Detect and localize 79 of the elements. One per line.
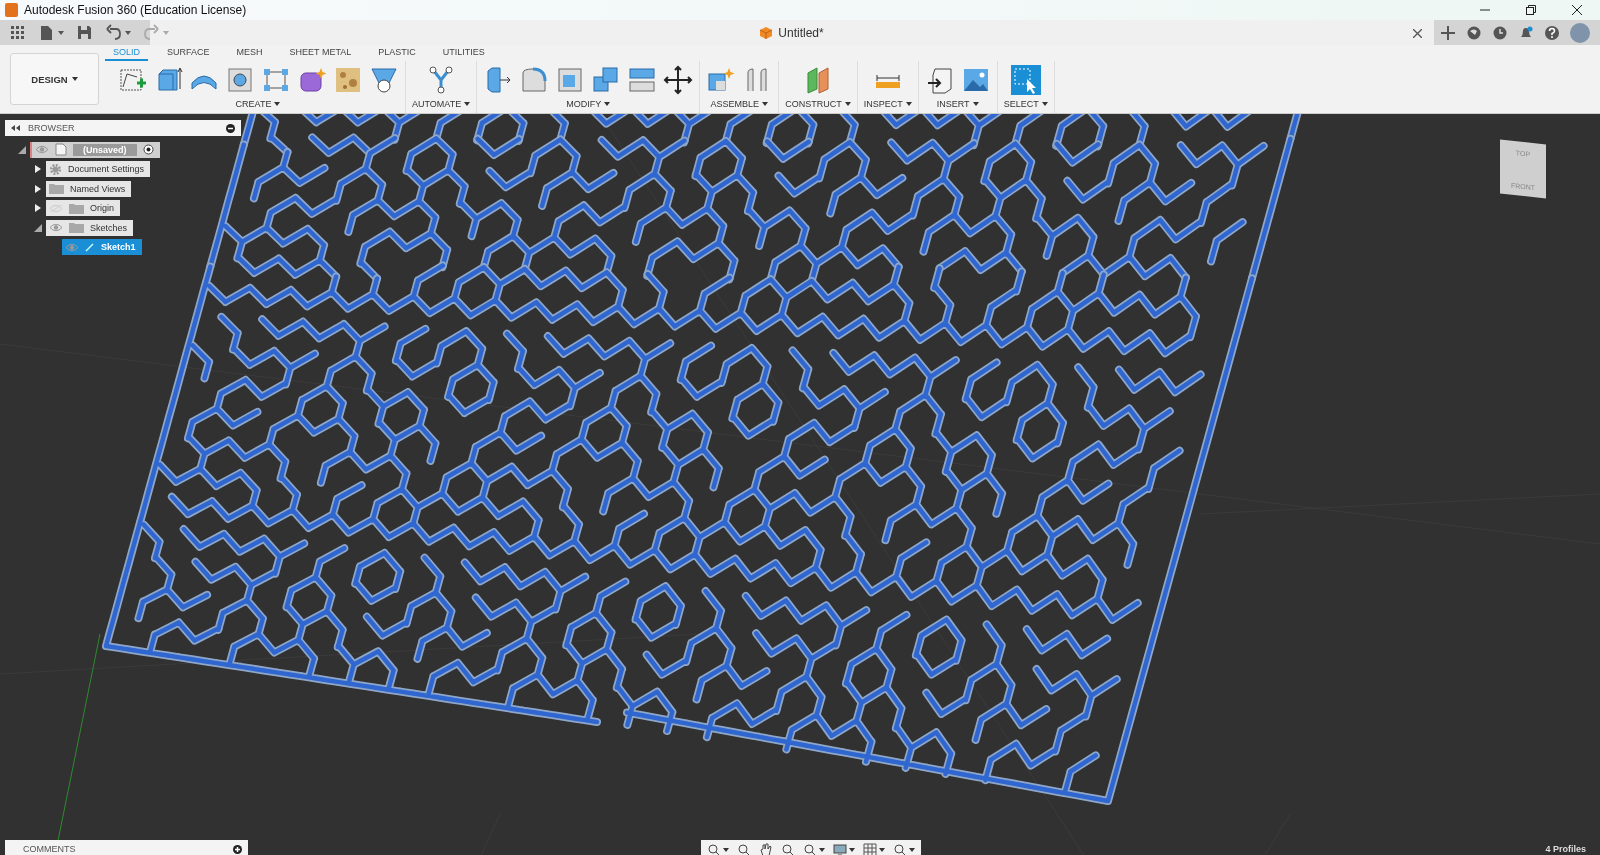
split-icon[interactable] [627, 65, 658, 95]
clock-button[interactable] [1492, 24, 1508, 41]
group-menu-button[interactable]: CONSTRUCT [785, 95, 851, 109]
comments-title: COMMENTS [23, 844, 77, 854]
browser-title: BROWSER [28, 123, 76, 133]
group-menu-button[interactable]: SELECT [1003, 95, 1048, 109]
globe-button[interactable] [1466, 24, 1482, 41]
folder-icon [49, 183, 64, 195]
texture-icon[interactable] [333, 65, 363, 95]
collapse-panel-icon[interactable] [11, 125, 20, 131]
toolbar-tab[interactable]: MESH [236, 47, 263, 61]
caret-icon [71, 77, 78, 81]
caret-icon [879, 848, 885, 852]
hand-button[interactable] [757, 843, 775, 855]
expand-triangle-icon[interactable] [33, 164, 43, 175]
activate-radio-icon[interactable] [142, 144, 154, 156]
group-menu-button[interactable]: INSERT [936, 95, 979, 109]
move-icon[interactable] [663, 65, 694, 95]
browser-item[interactable]: Sketches [46, 219, 134, 236]
help-button[interactable] [1544, 24, 1560, 41]
caret-icon [723, 848, 729, 852]
undo-icon [105, 24, 122, 41]
caret-icon [972, 102, 979, 106]
save-icon [76, 24, 93, 41]
expand-triangle-icon[interactable] [33, 183, 43, 194]
window-title: Autodesk Fusion 360 (Education License) [24, 3, 248, 17]
grid-button[interactable] [861, 843, 887, 855]
workspace-button[interactable]: DESIGN [10, 53, 99, 105]
browser-item[interactable]: Named Views [46, 180, 132, 197]
toolbar-tab[interactable]: PLASTIC [378, 47, 416, 61]
display-button[interactable] [831, 843, 857, 855]
group-menu-button[interactable]: INSPECT [863, 95, 912, 109]
new-tab-button[interactable] [1440, 24, 1456, 41]
caret-icon [819, 848, 825, 852]
caret-icon [905, 102, 912, 106]
group-menu-button[interactable]: MODIFY [566, 95, 611, 109]
caret-icon [274, 102, 281, 106]
app-logo-icon [5, 3, 18, 17]
toolbar-tab[interactable]: SURFACE [167, 47, 210, 61]
close-icon [1572, 5, 1582, 15]
collapse-triangle-icon[interactable] [33, 222, 43, 233]
caret-icon [125, 30, 131, 35]
browser-item[interactable]: Document Settings [46, 161, 151, 178]
browser-item[interactable]: Sketch1 [62, 239, 142, 256]
add-comment-icon[interactable] [233, 844, 242, 854]
caret-icon [604, 102, 611, 106]
document-title[interactable]: Untitled* [778, 25, 824, 40]
gear-icon [49, 162, 62, 176]
browser-item[interactable]: Origin [46, 200, 120, 217]
caret-icon [163, 30, 169, 35]
group-menu-button[interactable]: AUTOMATE [412, 95, 471, 109]
caret-icon [761, 102, 768, 106]
redo-icon [143, 24, 160, 41]
group-menu-button[interactable]: ASSEMBLE [710, 95, 768, 109]
caret-icon [844, 102, 851, 106]
sketch-icon [85, 242, 95, 253]
caret-icon [1041, 102, 1048, 106]
apps-grid-icon [9, 24, 26, 41]
caret-icon [58, 30, 64, 35]
group-menu-button[interactable]: CREATE [235, 95, 281, 109]
folder-icon [69, 202, 84, 214]
funnel-icon[interactable] [369, 65, 399, 95]
caret-icon [464, 102, 471, 106]
file-icon [38, 24, 55, 41]
profile-count: 4 Profiles [1545, 844, 1586, 854]
restore-icon [1526, 5, 1536, 15]
folder-icon [69, 222, 84, 234]
document-icon [55, 143, 67, 157]
toolbar-tab[interactable]: SHEET METAL [289, 47, 352, 61]
collapse-triangle-icon[interactable] [17, 144, 27, 155]
caret-icon [849, 848, 855, 852]
toolbar-tab[interactable]: UTILITIES [442, 47, 485, 61]
zoom-window-button[interactable] [801, 843, 827, 855]
select-icon[interactable] [1010, 65, 1041, 95]
hole-icon[interactable] [225, 65, 255, 95]
cube-icon [760, 26, 773, 39]
minimize-panel-icon[interactable] [226, 123, 235, 133]
expand-triangle-icon[interactable] [33, 203, 43, 214]
caret-icon [909, 848, 915, 852]
